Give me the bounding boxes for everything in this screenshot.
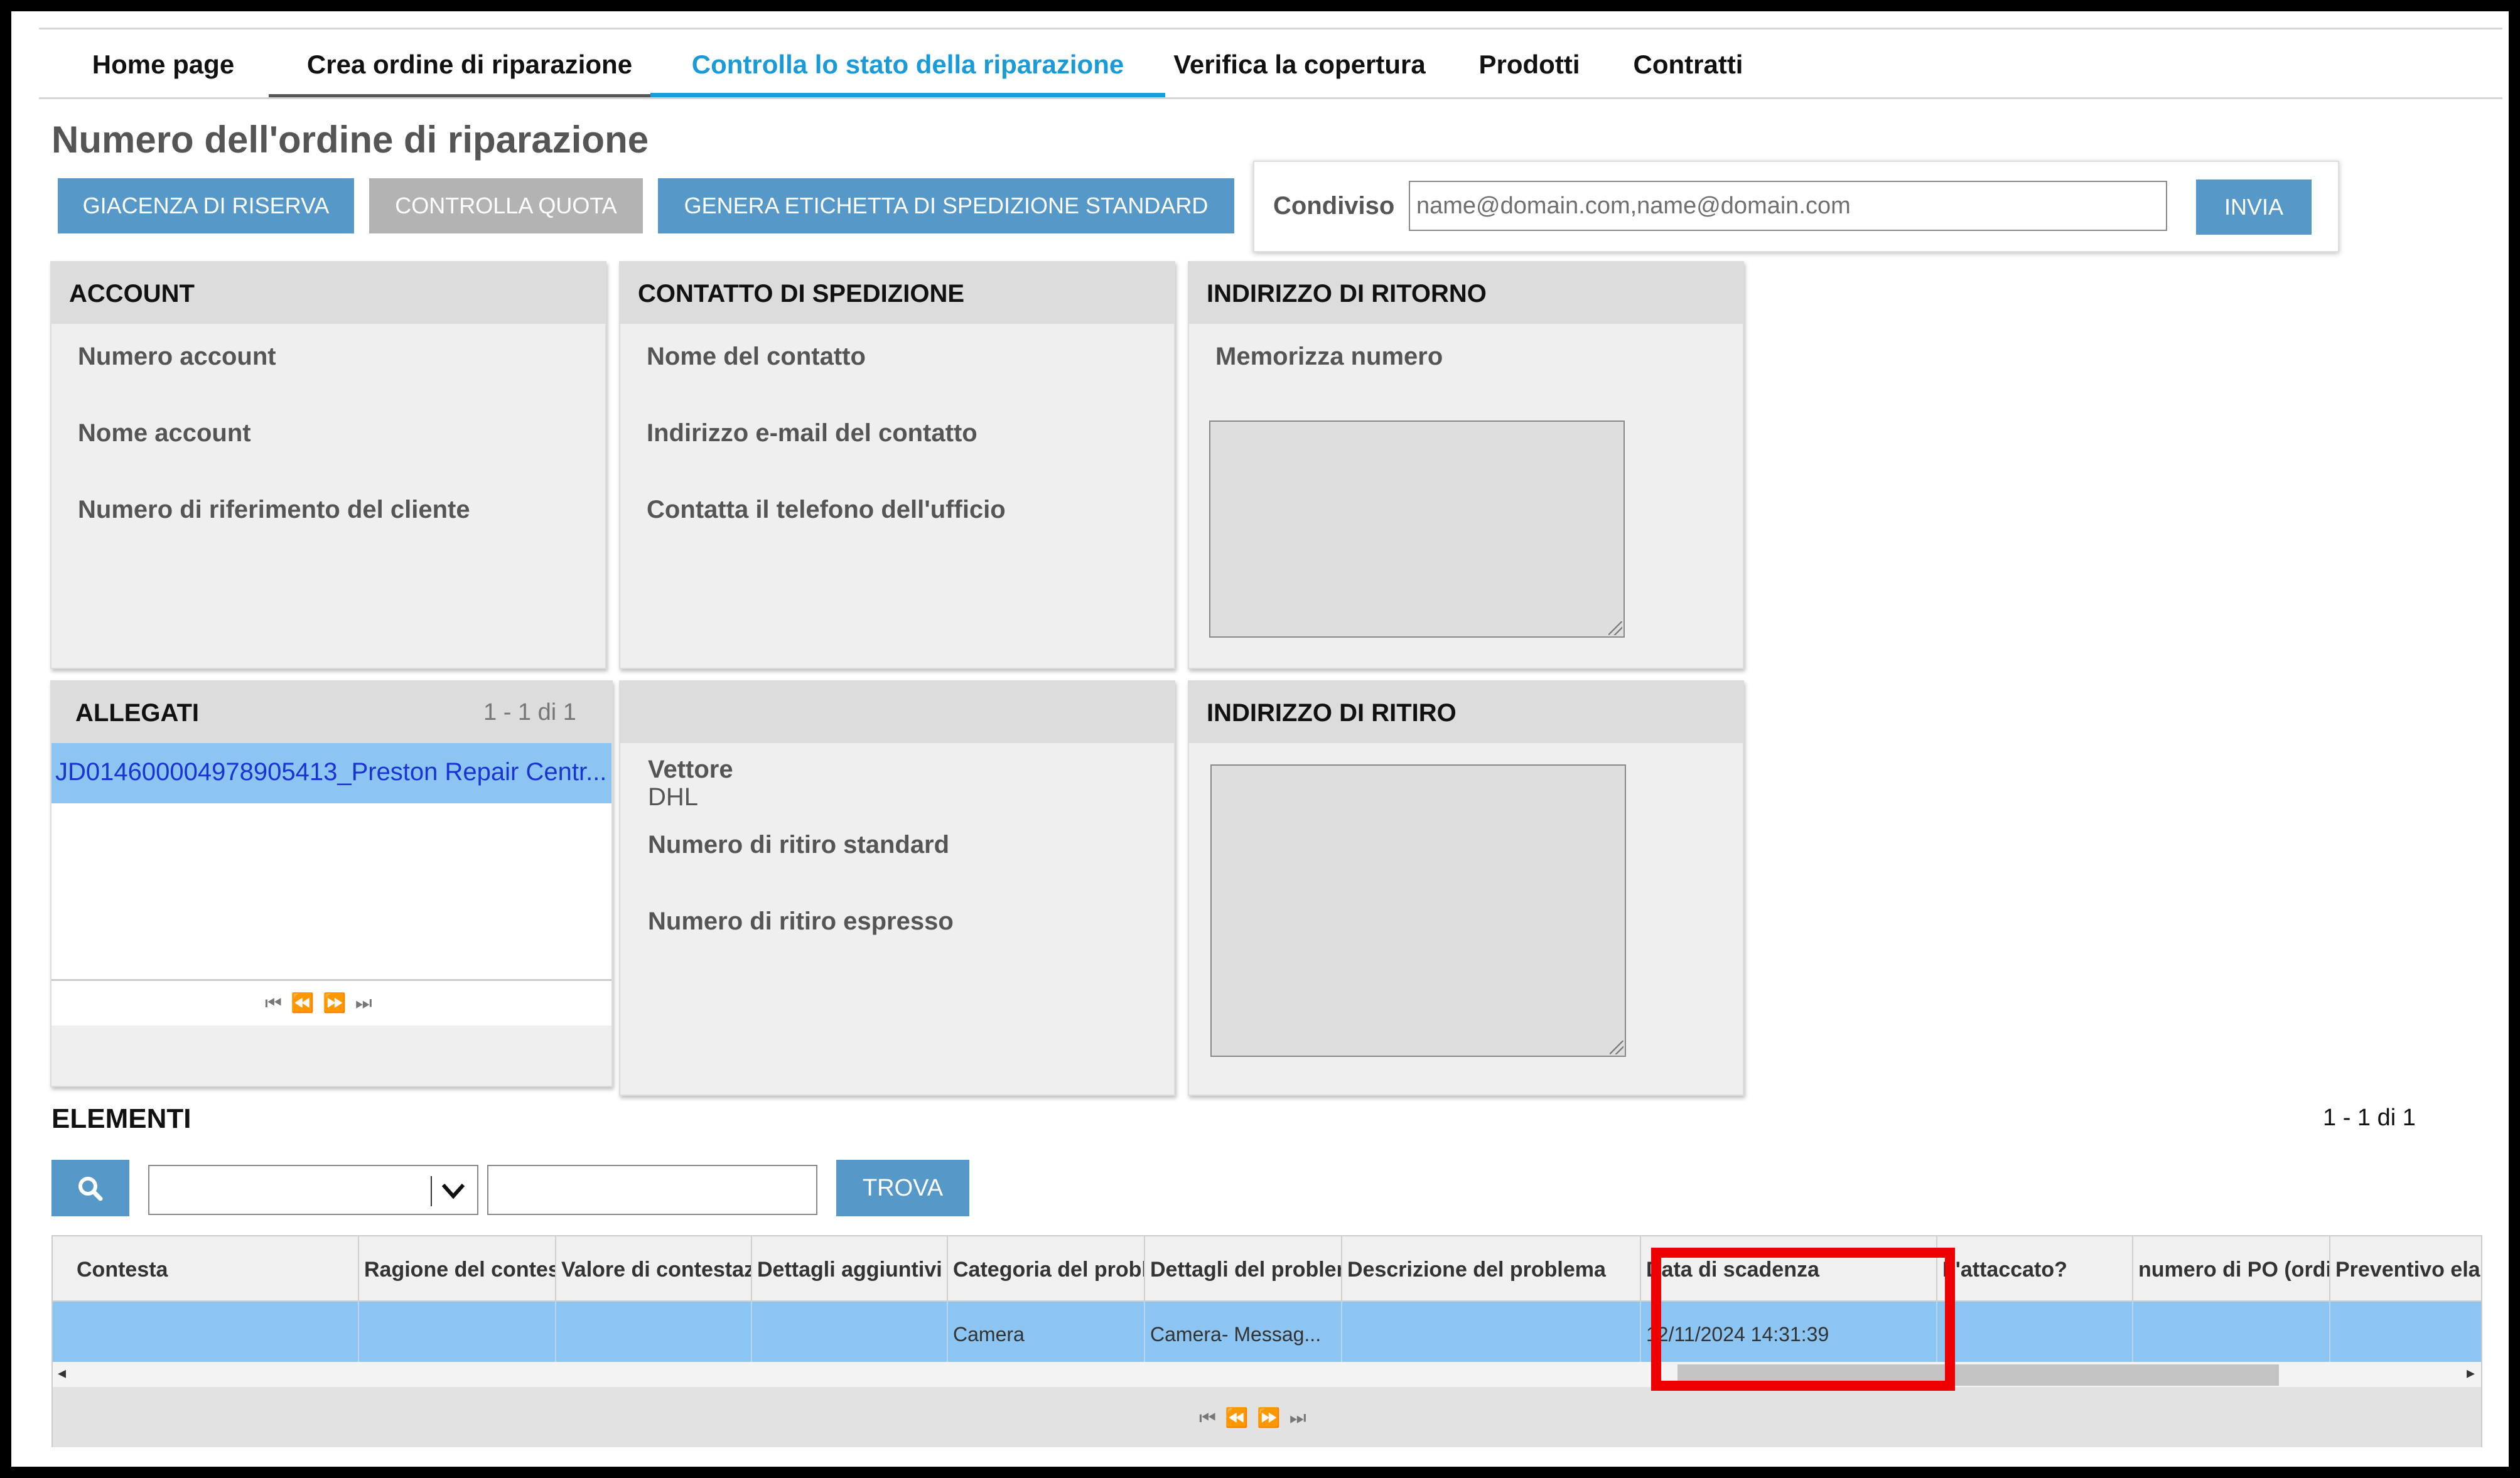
column-header[interactable]: Valore di contestaz <box>556 1236 752 1300</box>
account-title: ACCOUNT <box>69 280 195 308</box>
filter-column-select[interactable] <box>148 1165 478 1215</box>
share-label: Condiviso <box>1273 192 1395 220</box>
return-address-title: INDIRIZZO DI RITORNO <box>1207 280 1487 308</box>
attachment-item[interactable]: JD014600004978905413_Preston Repair Cent… <box>51 743 611 803</box>
contact-email-label: Indirizzo e-mail del contatto <box>647 419 977 447</box>
tab-contracts[interactable]: Contratti <box>1616 29 1760 97</box>
table-cell <box>2133 1302 2330 1362</box>
table-cell: Camera- Messag... <box>1145 1302 1342 1362</box>
attachment-link[interactable]: JD014600004978905413_Preston Repair Cent… <box>55 758 608 786</box>
table-cell <box>359 1302 556 1362</box>
tab-check-coverage[interactable]: Verifica la copertura <box>1161 29 1438 97</box>
pickup-address-panel: INDIRIZZO DI RITIRO <box>1188 680 1744 1096</box>
column-header[interactable]: L'attaccato? <box>1937 1236 2133 1300</box>
scroll-right-icon[interactable]: ▸ <box>2467 1363 2475 1383</box>
column-header[interactable]: Preventivo ela <box>2330 1236 2481 1300</box>
attachments-list: JD014600004978905413_Preston Repair Cent… <box>51 743 611 1025</box>
shipping-contact-panel: CONTATTO DI SPEDIZIONE Nome del contatto… <box>619 261 1175 669</box>
find-input[interactable] <box>487 1165 817 1215</box>
tab-products[interactable]: Prodotti <box>1460 29 1598 97</box>
tab-create-repair-order[interactable]: Crea ordine di riparazione <box>269 29 670 97</box>
search-button[interactable] <box>51 1160 129 1216</box>
column-header[interactable]: Dettagli aggiuntivi <box>752 1236 948 1300</box>
first-page-icon[interactable]: ⏮ <box>265 993 291 1014</box>
table-pager: ⏮⏪⏩⏭ <box>53 1387 2481 1447</box>
main-nav: Home page Crea ordine di riparazione Con… <box>39 28 2502 99</box>
reserve-stock-button[interactable]: GIACENZA DI RISERVA <box>58 178 354 233</box>
account-name-label: Nome account <box>78 419 251 447</box>
find-button[interactable]: TROVA <box>836 1160 969 1216</box>
column-header[interactable]: Dettagli del probler <box>1145 1236 1342 1300</box>
pickup-address-textarea[interactable] <box>1210 764 1626 1057</box>
first-page-icon[interactable]: ⏮ <box>1199 1408 1225 1428</box>
resize-grip-icon[interactable] <box>1608 621 1622 635</box>
highlight-box <box>1651 1248 1955 1391</box>
prev-page-icon[interactable]: ⏪ <box>1225 1408 1257 1428</box>
tab-home[interactable]: Home page <box>69 29 257 97</box>
tab-check-repair-status[interactable]: Controlla lo stato della riparazione <box>650 29 1165 97</box>
scroll-left-icon[interactable]: ◂ <box>58 1363 66 1383</box>
chevron-down-icon <box>441 1184 465 1199</box>
carrier-value: DHL <box>648 783 699 811</box>
share-email-input[interactable] <box>1409 181 2167 231</box>
last-page-icon[interactable]: ⏭ <box>1290 1408 1315 1428</box>
return-address-textarea[interactable] <box>1209 420 1625 638</box>
contact-office-phone-label: Contatta il telefono dell'ufficio <box>647 496 1006 523</box>
attachments-count: 1 - 1 di 1 <box>483 699 576 726</box>
pickup-address-title: INDIRIZZO DI RITIRO <box>1207 699 1457 727</box>
table-cell <box>2330 1302 2481 1362</box>
customer-reference-label: Numero di riferimento del cliente <box>78 496 470 523</box>
column-header[interactable]: Categoria del probl <box>948 1236 1145 1300</box>
check-quota-button[interactable]: CONTROLLA QUOTA <box>369 178 643 233</box>
table-row[interactable]: Camera Camera- Messag... 12/11/2024 14:3… <box>53 1302 2481 1362</box>
column-header[interactable]: Descrizione del problema <box>1342 1236 1641 1300</box>
table-cell <box>752 1302 948 1362</box>
column-header[interactable]: Ragione del contes <box>359 1236 556 1300</box>
attachments-pager: ⏮⏪⏩⏭ <box>51 979 611 1025</box>
table-cell: Camera <box>948 1302 1145 1362</box>
carrier-panel: Vettore DHL Numero di ritiro standard Nu… <box>619 680 1175 1096</box>
account-number-label: Numero account <box>78 343 276 370</box>
generate-shipping-label-button[interactable]: GENERA ETICHETTA DI SPEDIZIONE STANDARD <box>658 178 1234 233</box>
horizontal-scrollbar[interactable]: ◂ ▸ <box>53 1362 2481 1387</box>
elements-count: 1 - 1 di 1 <box>2323 1105 2416 1131</box>
column-header[interactable]: Contesta <box>67 1236 359 1300</box>
prev-page-icon[interactable]: ⏪ <box>291 993 323 1014</box>
elements-title: ELEMENTI <box>51 1103 191 1134</box>
send-button[interactable]: INVIA <box>2196 179 2312 235</box>
last-page-icon[interactable]: ⏭ <box>355 993 381 1014</box>
attachments-panel: ALLEGATI 1 - 1 di 1 JD014600004978905413… <box>50 680 613 1087</box>
next-page-icon[interactable]: ⏩ <box>323 993 355 1014</box>
share-box: Condiviso INVIA <box>1253 161 2339 252</box>
resize-grip-icon[interactable] <box>1610 1041 1623 1054</box>
search-icon <box>78 1177 103 1201</box>
attachments-title: ALLEGATI <box>75 699 200 727</box>
account-panel: ACCOUNT Numero account Nome account Nume… <box>50 261 606 669</box>
table-header: Contesta Ragione del contes Valore di co… <box>53 1236 2481 1302</box>
table-cell <box>556 1302 752 1362</box>
express-pickup-number-label: Numero di ritiro espresso <box>648 908 954 935</box>
table-cell <box>1342 1302 1641 1362</box>
app-window: Home page Crea ordine di riparazione Con… <box>11 11 2509 1467</box>
standard-pickup-number-label: Numero di ritiro standard <box>648 831 950 859</box>
carrier-label: Vettore <box>648 756 733 783</box>
column-header[interactable]: numero di PO (ordi <box>2133 1236 2330 1300</box>
return-address-panel: INDIRIZZO DI RITORNO Memorizza numero <box>1188 261 1744 669</box>
contact-name-label: Nome del contatto <box>647 343 866 370</box>
shipping-contact-title: CONTATTO DI SPEDIZIONE <box>638 280 965 308</box>
next-page-icon[interactable]: ⏩ <box>1257 1408 1289 1428</box>
elements-table: Contesta Ragione del contes Valore di co… <box>51 1235 2482 1447</box>
store-number-label: Memorizza numero <box>1215 343 1443 370</box>
table-cell <box>67 1302 359 1362</box>
page-title: Numero dell'ordine di riparazione <box>51 119 649 161</box>
table-cell <box>1937 1302 2133 1362</box>
